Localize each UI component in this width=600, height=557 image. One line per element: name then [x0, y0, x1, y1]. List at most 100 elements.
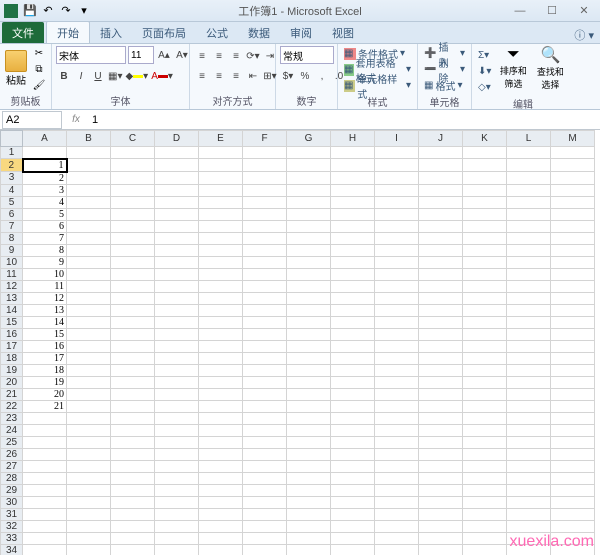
cell-F28[interactable]: [243, 472, 287, 484]
cell-J27[interactable]: [419, 460, 463, 472]
cell-K26[interactable]: [463, 448, 507, 460]
cell-C15[interactable]: [111, 316, 155, 328]
cell-A15[interactable]: 14: [23, 316, 67, 328]
cell-H16[interactable]: [331, 328, 375, 340]
row-header-15[interactable]: 15: [1, 316, 23, 328]
cell-A25[interactable]: [23, 436, 67, 448]
cell-E28[interactable]: [199, 472, 243, 484]
cell-B31[interactable]: [67, 508, 111, 520]
cell-E22[interactable]: [199, 400, 243, 412]
cell-J11[interactable]: [419, 268, 463, 280]
cell-H1[interactable]: [331, 147, 375, 159]
row-header-34[interactable]: 34: [1, 544, 23, 555]
cell-L18[interactable]: [507, 352, 551, 364]
delete-cells-button[interactable]: ➖删除▾: [422, 62, 467, 77]
cell-I23[interactable]: [375, 412, 419, 424]
cell-M16[interactable]: [551, 328, 595, 340]
cell-D15[interactable]: [155, 316, 199, 328]
align-middle-button[interactable]: ≡: [211, 48, 227, 64]
cell-K27[interactable]: [463, 460, 507, 472]
cell-F13[interactable]: [243, 292, 287, 304]
cell-B23[interactable]: [67, 412, 111, 424]
cell-I3[interactable]: [375, 172, 419, 185]
cell-B4[interactable]: [67, 184, 111, 196]
column-header-E[interactable]: E: [199, 131, 243, 147]
cell-M15[interactable]: [551, 316, 595, 328]
cell-C3[interactable]: [111, 172, 155, 185]
align-right-button[interactable]: ≡: [228, 68, 244, 84]
cell-J14[interactable]: [419, 304, 463, 316]
cell-H9[interactable]: [331, 244, 375, 256]
cell-F23[interactable]: [243, 412, 287, 424]
column-header-G[interactable]: G: [287, 131, 331, 147]
cell-I13[interactable]: [375, 292, 419, 304]
row-header-4[interactable]: 4: [1, 184, 23, 196]
cell-A4[interactable]: 3: [23, 184, 67, 196]
cell-M4[interactable]: [551, 184, 595, 196]
worksheet-grid[interactable]: ABCDEFGHIJKLM121324354657687981091110121…: [0, 130, 600, 555]
row-header-7[interactable]: 7: [1, 220, 23, 232]
cell-M12[interactable]: [551, 280, 595, 292]
cell-L13[interactable]: [507, 292, 551, 304]
cell-H13[interactable]: [331, 292, 375, 304]
align-top-button[interactable]: ≡: [194, 48, 210, 64]
cell-H30[interactable]: [331, 496, 375, 508]
cell-H21[interactable]: [331, 388, 375, 400]
cell-C1[interactable]: [111, 147, 155, 159]
cell-M19[interactable]: [551, 364, 595, 376]
row-header-21[interactable]: 21: [1, 388, 23, 400]
cell-A8[interactable]: 7: [23, 232, 67, 244]
cell-J18[interactable]: [419, 352, 463, 364]
formula-input[interactable]: 1: [88, 114, 600, 126]
decrease-font-button[interactable]: A▾: [174, 47, 190, 63]
cell-J7[interactable]: [419, 220, 463, 232]
cell-M33[interactable]: [551, 532, 595, 544]
cell-J31[interactable]: [419, 508, 463, 520]
cell-M20[interactable]: [551, 376, 595, 388]
cell-L2[interactable]: [507, 159, 551, 172]
percent-button[interactable]: %: [297, 68, 313, 84]
qat-dropdown-icon[interactable]: ▾: [76, 3, 92, 19]
cell-I16[interactable]: [375, 328, 419, 340]
cell-L1[interactable]: [507, 147, 551, 159]
cell-B18[interactable]: [67, 352, 111, 364]
cell-L4[interactable]: [507, 184, 551, 196]
cell-I21[interactable]: [375, 388, 419, 400]
cell-J25[interactable]: [419, 436, 463, 448]
cell-D27[interactable]: [155, 460, 199, 472]
tab-数据[interactable]: 数据: [238, 22, 280, 43]
cell-K6[interactable]: [463, 208, 507, 220]
cell-A28[interactable]: [23, 472, 67, 484]
cell-D13[interactable]: [155, 292, 199, 304]
cell-B7[interactable]: [67, 220, 111, 232]
cell-F22[interactable]: [243, 400, 287, 412]
paste-button[interactable]: 粘贴: [4, 46, 28, 90]
cell-M28[interactable]: [551, 472, 595, 484]
cell-K24[interactable]: [463, 424, 507, 436]
autosum-button[interactable]: Σ▾: [476, 48, 493, 63]
cell-M14[interactable]: [551, 304, 595, 316]
cell-D12[interactable]: [155, 280, 199, 292]
cell-E3[interactable]: [199, 172, 243, 185]
row-header-25[interactable]: 25: [1, 436, 23, 448]
cell-J6[interactable]: [419, 208, 463, 220]
cut-button[interactable]: ✂: [31, 46, 47, 60]
cell-H11[interactable]: [331, 268, 375, 280]
cell-H31[interactable]: [331, 508, 375, 520]
cell-F27[interactable]: [243, 460, 287, 472]
cell-H4[interactable]: [331, 184, 375, 196]
cell-A1[interactable]: [23, 147, 67, 159]
cell-E4[interactable]: [199, 184, 243, 196]
cell-E5[interactable]: [199, 196, 243, 208]
cell-B9[interactable]: [67, 244, 111, 256]
close-button[interactable]: ✕: [572, 3, 596, 19]
row-header-30[interactable]: 30: [1, 496, 23, 508]
cell-D9[interactable]: [155, 244, 199, 256]
cell-H7[interactable]: [331, 220, 375, 232]
cell-I10[interactable]: [375, 256, 419, 268]
cell-K17[interactable]: [463, 340, 507, 352]
cell-M24[interactable]: [551, 424, 595, 436]
cell-L29[interactable]: [507, 484, 551, 496]
cell-E33[interactable]: [199, 532, 243, 544]
ribbon-help-icon[interactable]: ⓘ ▾: [574, 27, 594, 43]
